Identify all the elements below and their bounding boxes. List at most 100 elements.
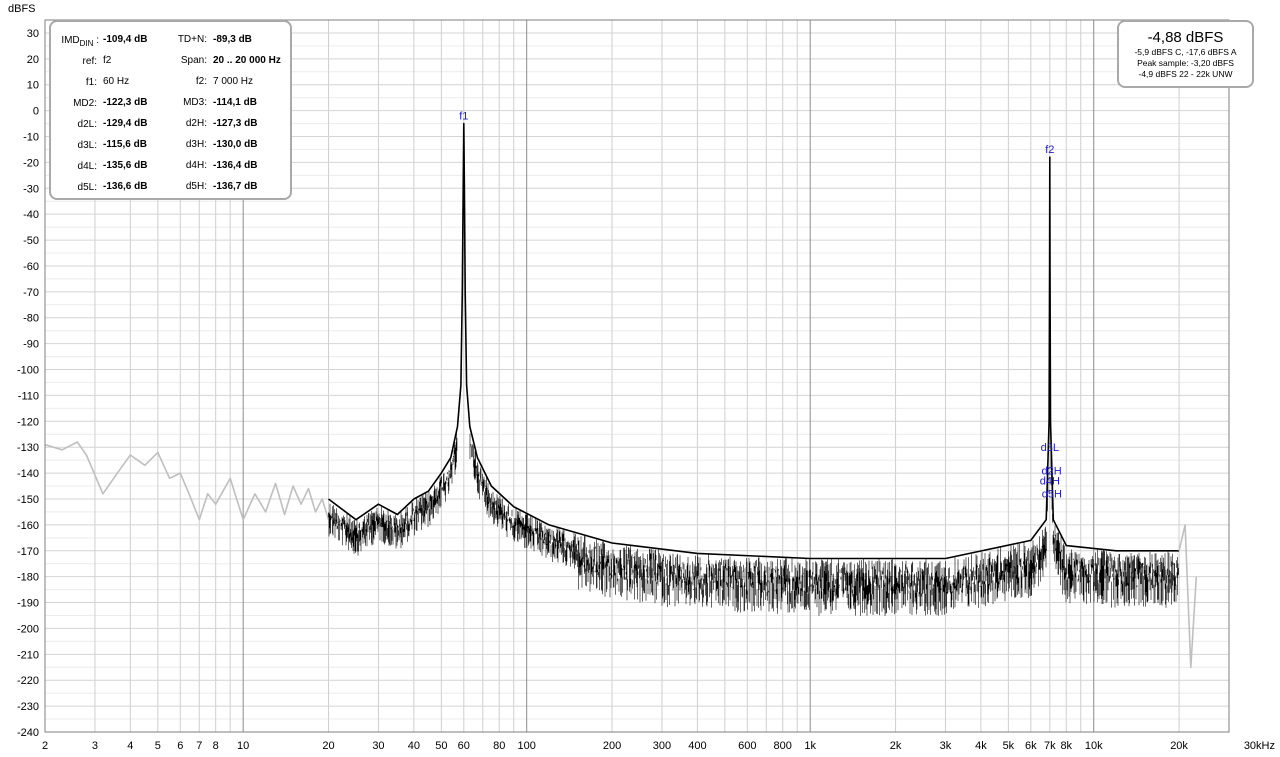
x-tick-label: 300 [653,740,671,752]
x-tick-label: 7 [196,740,202,752]
imd-left-label: d5L: [51,181,97,195]
y-tick-label: -170 [17,546,39,558]
imd-right-value: -136,4 dB [213,160,258,171]
x-tick-label: 10 [237,740,249,752]
imd-right-label: d4H: [185,160,207,171]
imd-right-value: 20 .. 20 000 Hz [213,55,281,66]
x-tick-label: 20 [322,740,334,752]
x-tick-label: 6 [177,740,183,752]
y-axis-label: dBFS [8,3,36,15]
imd-left-value: -135,6 dB [103,160,148,171]
y-tick-label: -120 [17,416,39,428]
imd-right-label: d2H: [185,118,207,129]
imd-right-value: -130,0 dB [213,139,258,150]
imd-right-value: -114,1 dB [213,97,257,108]
x-tick-label: 30kHz [1244,740,1275,752]
imd-left-label-text: IMD [61,35,80,46]
marker-d3L: d3L [1041,442,1059,454]
y-tick-label: -210 [17,649,39,661]
imd-left-value: -122,3 dB [103,97,148,108]
y-tick-label: -240 [17,727,39,739]
imd-left-label: d2L: [51,118,97,132]
imd-right-value: 7 000 Hz [213,76,254,87]
x-tick-label: 2k [890,740,902,752]
imd-left-label-text: d5L: [77,182,97,193]
x-tick-label: 8 [213,740,219,752]
imd-right-label: MD3: [183,97,207,108]
imd-right-value: -127,3 dB [213,118,258,129]
imd-results-box[interactable]: IMDDIN : -109,4 dB TD+N: -89,3 dB ref: f2 Span… [49,20,292,200]
x-tick-label: 40 [408,740,420,752]
imd-right-label: f2: [195,76,207,87]
imd-left-label: d3L: [51,139,97,153]
imd-left-value: -109,4 dB [103,34,148,45]
y-tick-label: 30 [27,28,39,40]
y-tick-label: -140 [17,468,39,480]
y-tick-label: -10 [23,132,39,144]
y-tick-label: -20 [23,157,39,169]
imd-left-label-colon: : [93,35,99,46]
y-tick-label: -150 [17,494,39,506]
imd-left-label-text: f1: [85,77,97,88]
x-tick-label: 4k [975,740,987,752]
x-tick-label: 6k [1025,740,1037,752]
imd-left-label: MD2: [51,97,97,111]
imd-left-label-text: d4L: [77,161,97,172]
x-tick-label: 60 [458,740,470,752]
x-tick-label: 4 [127,740,133,752]
level-unweighted: -4,9 dBFS 22 - 22k UNW [1138,69,1233,79]
x-tick-label: 2 [42,740,48,752]
y-tick-label: -190 [17,598,39,610]
level-weighted-values: -5,9 dBFS C, -17,6 dBFS A [1134,47,1237,57]
y-tick-label: -50 [23,235,39,247]
x-tick-label: 7k [1044,740,1056,752]
y-tick-label: -80 [23,313,39,325]
imd-left-label: d4L: [51,160,97,174]
x-tick-label: 20k [1170,740,1188,752]
imd-left-label-text: ref: [82,56,97,67]
y-tick-label: -130 [17,442,39,454]
y-tick-label: -230 [17,701,39,713]
x-tick-label: 3k [940,740,952,752]
y-tick-label: 10 [27,80,39,92]
x-tick-label: 30 [372,740,384,752]
y-tick-label: -160 [17,520,39,532]
level-readout-box[interactable]: -4,88 dBFS -5,9 dBFS C, -17,6 dBFS A Pea… [1117,20,1254,88]
level-peak-sample: Peak sample: -3,20 dBFS [1137,58,1234,68]
x-tick-label: 10k [1085,740,1103,752]
imd-right-label: TD+N: [177,34,207,45]
y-tick-label: -60 [23,261,39,273]
imd-left-label-text: d3L: [77,140,97,151]
imd-left-value: f2 [103,55,112,66]
peak-markers: f1f2d3Ld2Hd4Hd5H [459,111,1062,501]
x-tick-label: 50 [435,740,447,752]
y-tick-label: -30 [23,183,39,195]
y-tick-label: -100 [17,365,39,377]
x-tick-label: 600 [738,740,756,752]
imd-left-value: -129,4 dB [103,118,148,129]
x-tick-label: 1k [804,740,816,752]
out-of-span-trace [1178,524,1198,669]
x-tick-label: 100 [518,740,536,752]
y-tick-label: -200 [17,623,39,635]
x-tick-label: 5 [155,740,161,752]
imd-left-label-text: MD2: [73,98,97,109]
y-tick-label: -40 [23,209,39,221]
x-tick-label: 800 [774,740,792,752]
y-tick-label: -220 [17,675,39,687]
imd-right-label: d5H: [185,181,207,192]
y-axis-ticks: 30 20 10 0 -10 -20 -30 -40 -50 -60 -70 -80 -90 -100 -1… [17,28,39,739]
imd-right-value: -89,3 dB [213,34,252,45]
imd-left-label-subscript: DIN [79,39,94,48]
imd-left-label: f1: [51,76,97,90]
marker-f1: f1 [459,111,468,123]
imd-left-label: ref: [51,55,97,69]
imd-right-value: -136,7 dB [213,181,258,192]
y-tick-label: -70 [23,287,39,299]
x-tick-label: 80 [493,740,505,752]
imd-left-label-text: d2L: [77,119,97,130]
x-axis-ticks: 2 3 4 5 6 7 8 10 20 30 40 50 60 80 100 200 300 400 600 800 1… [42,740,1275,752]
x-tick-label: 400 [688,740,706,752]
x-tick-label: 8k [1060,740,1072,752]
x-tick-label: 3 [92,740,98,752]
